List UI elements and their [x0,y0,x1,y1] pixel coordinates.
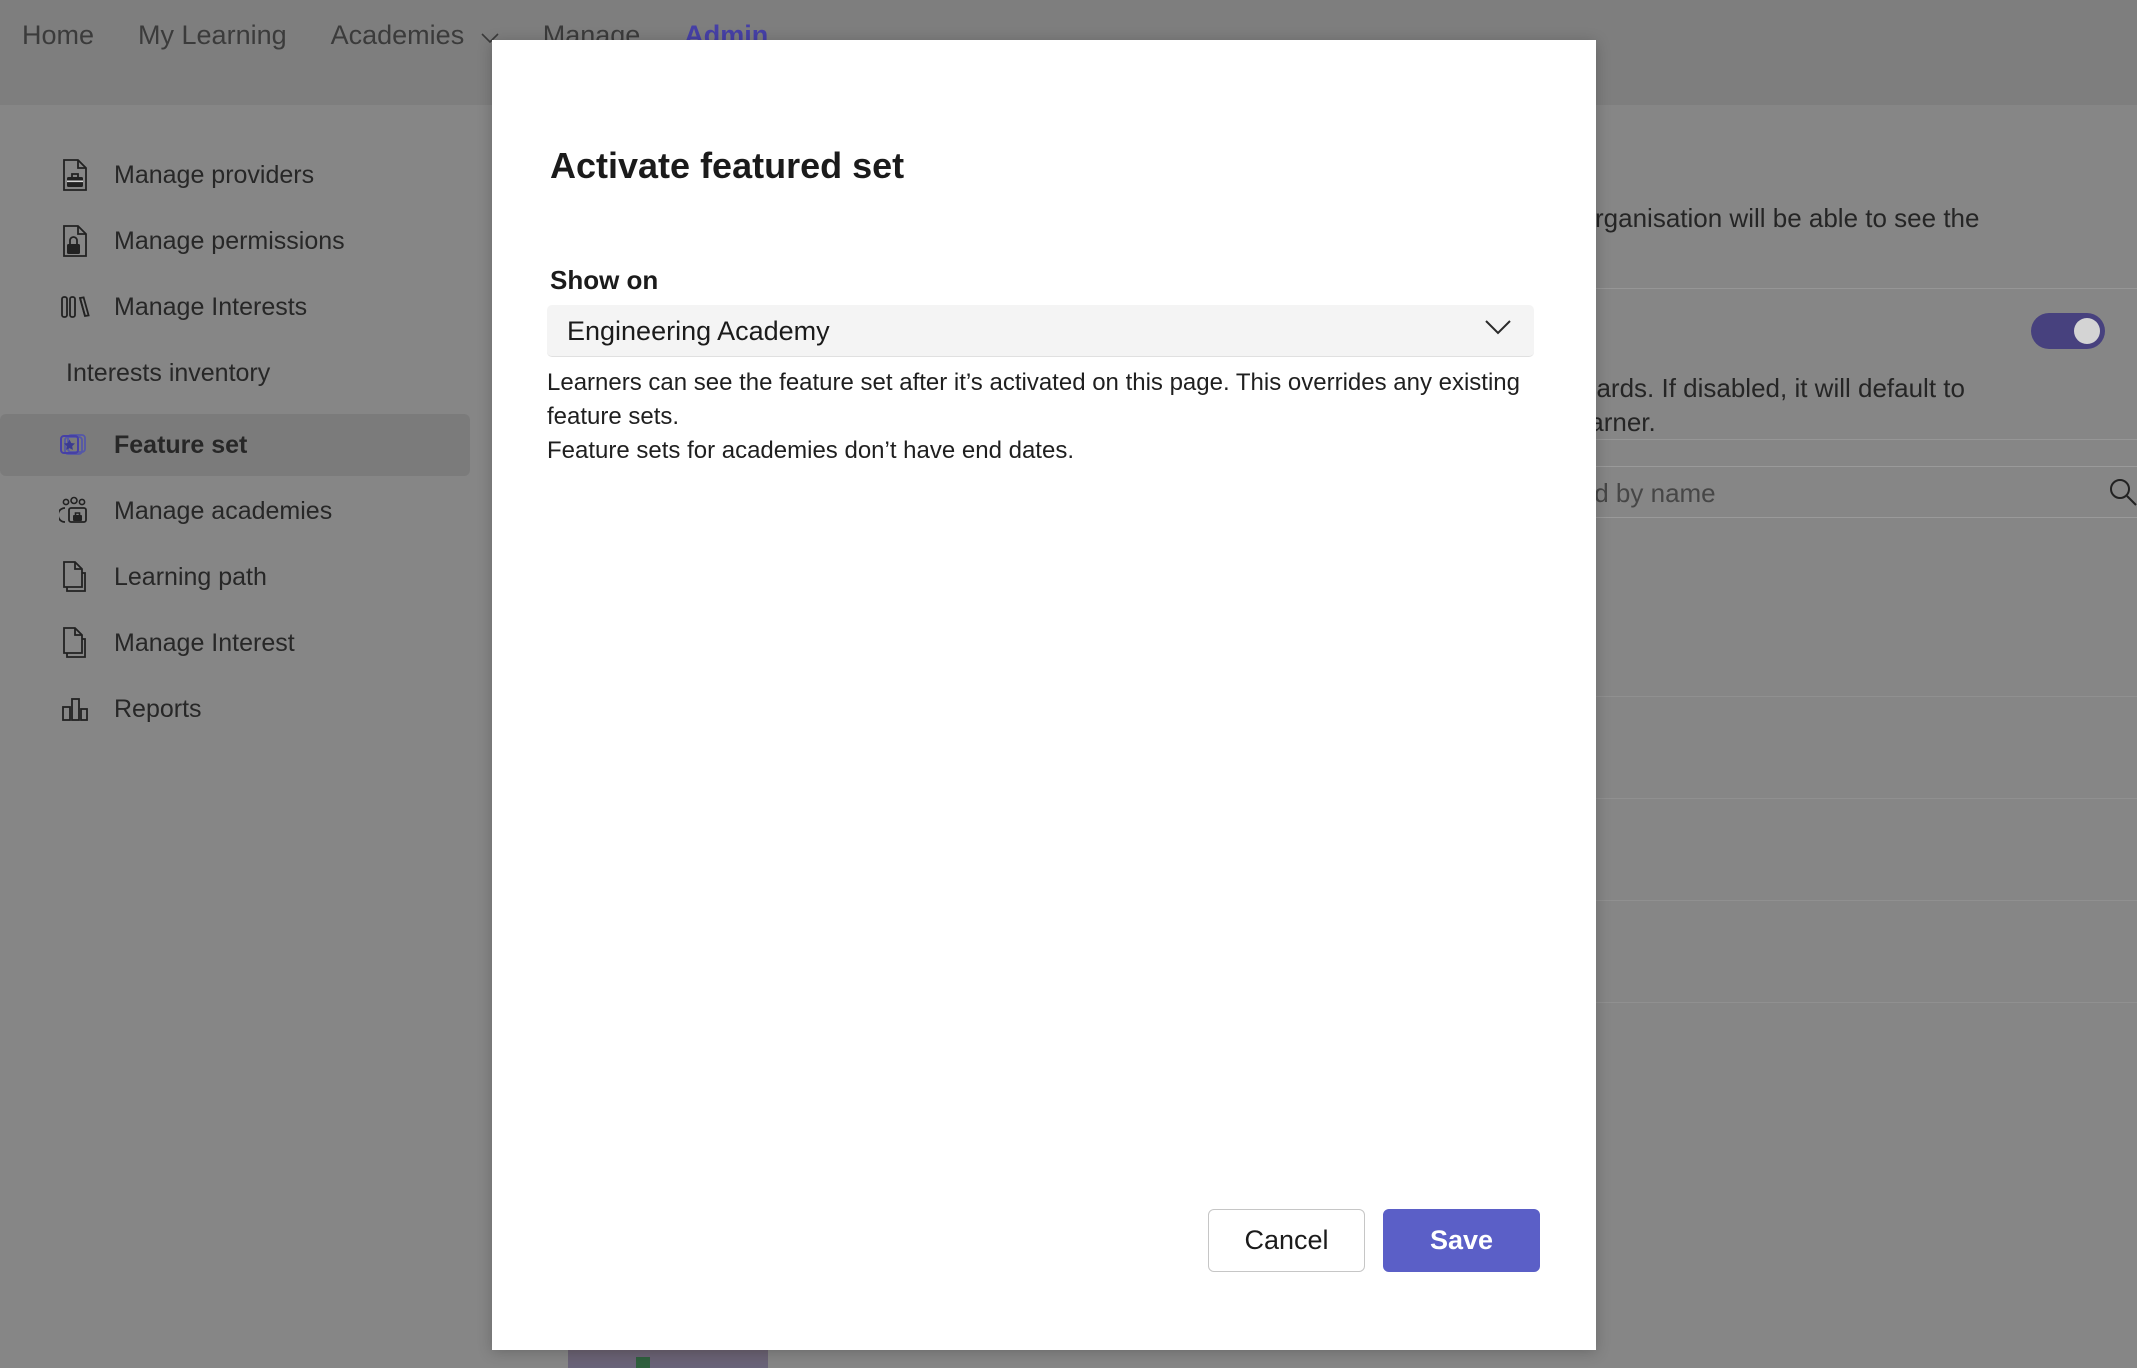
chevron-down-icon[interactable] [1484,319,1512,336]
show-on-label: Show on [550,265,659,295]
helper-line-1: Learners can see the feature set after i… [547,369,1520,431]
dialog-title: Activate featured set [550,145,905,186]
show-on-select[interactable]: Engineering Academy [547,305,1534,357]
helper-line-2: Feature sets for academies don’t have en… [547,437,1074,465]
show-on-selected-value: Engineering Academy [567,316,830,346]
show-on-helper-text: Learners can see the feature set after i… [547,366,1539,468]
activate-featured-set-dialog: Activate featured set Show on Engineerin… [492,40,1596,1350]
cancel-button[interactable]: Cancel [1208,1209,1365,1272]
dialog-footer: Cancel Save [492,1209,1596,1272]
save-button[interactable]: Save [1383,1209,1540,1272]
